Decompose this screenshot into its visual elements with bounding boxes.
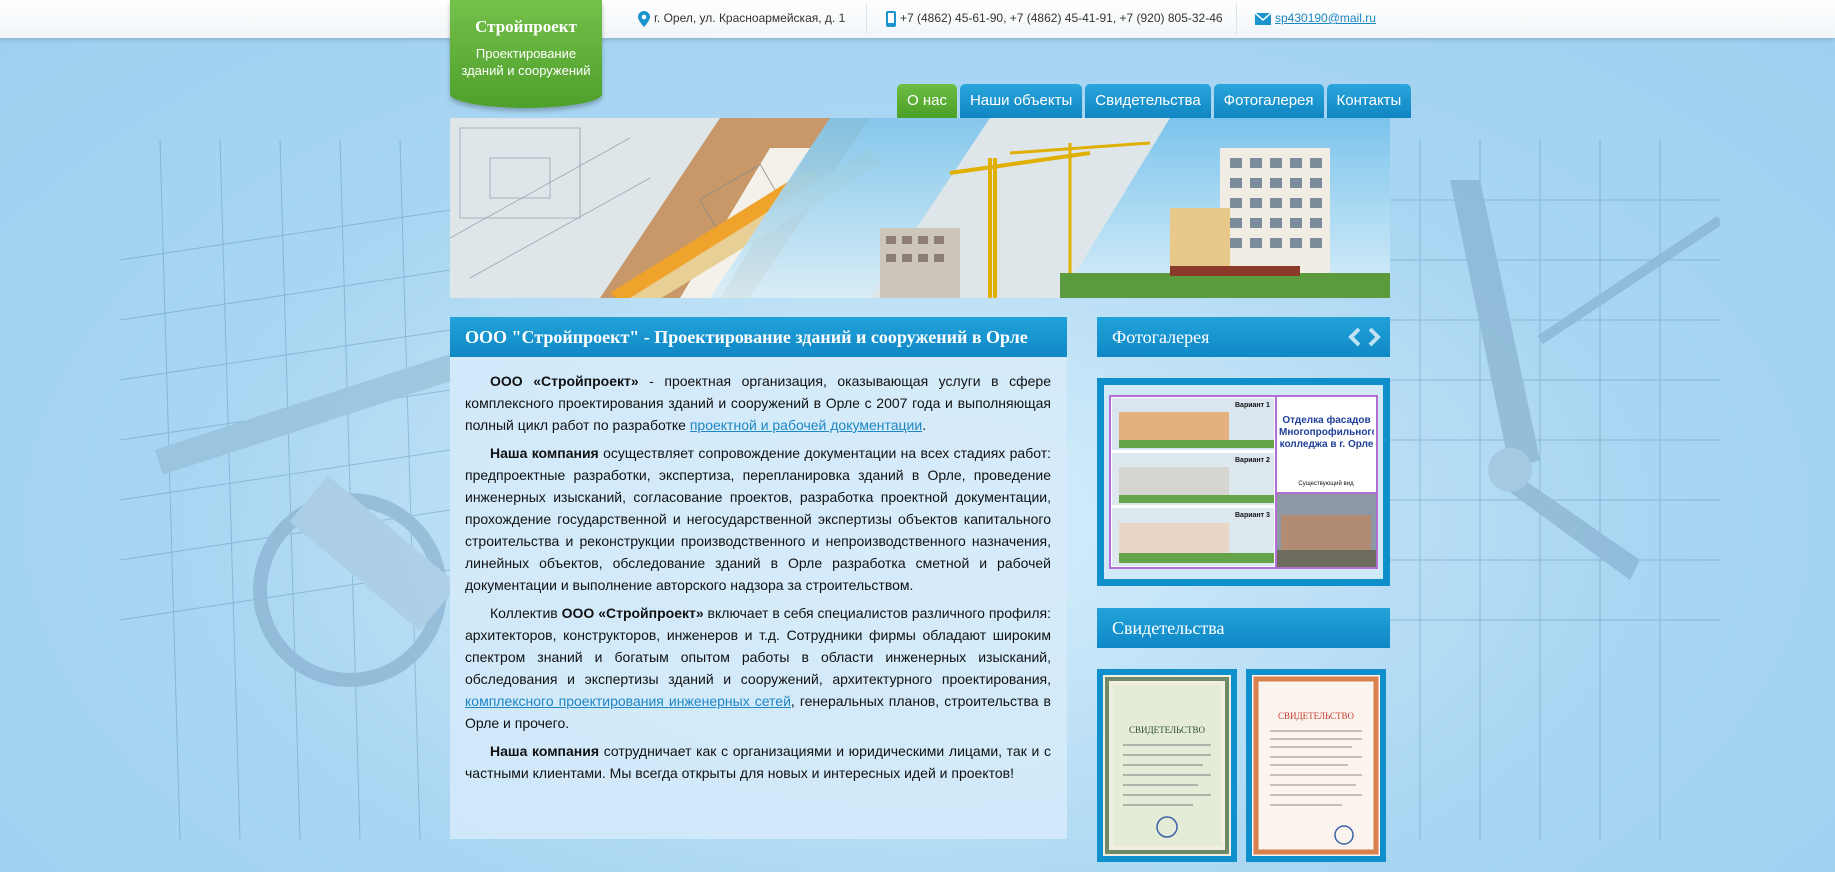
- paragraph-text: Коллектив: [490, 605, 562, 621]
- nav-item-about[interactable]: О нас: [897, 84, 957, 118]
- certificate-thumbnail-2[interactable]: СВИДЕТЕЛЬСТВО: [1246, 669, 1386, 862]
- location-pin-icon: [638, 11, 650, 27]
- paragraph-team: Коллектив ООО «Стройпроект» включает в с…: [465, 602, 1051, 734]
- site-logo[interactable]: Стройпроект Проектирование зданий и соор…: [450, 0, 602, 108]
- email-link[interactable]: sp430190@mail.ru: [1275, 11, 1376, 25]
- certificate-thumbnail-1[interactable]: СВИДЕТЕЛЬСТВО: [1097, 669, 1237, 862]
- certificates-title: Свидетельства: [1112, 618, 1225, 638]
- header-banner: [450, 118, 1390, 298]
- gallery-title: Фотогалерея: [1112, 327, 1210, 347]
- variant-label: Вариант 2: [1235, 457, 1270, 464]
- address-contact: г. Орел, ул. Красноармейская, д. 1: [638, 11, 845, 27]
- address-text: г. Орел, ул. Красноармейская, д. 1: [654, 11, 846, 26]
- nav-item-certificates[interactable]: Свидетельства: [1085, 84, 1211, 118]
- blueprint-decoration-right: [1390, 140, 1720, 840]
- paragraph-text: .: [922, 417, 927, 433]
- blueprint-decoration-left: [120, 140, 450, 840]
- engineering-networks-link[interactable]: комплексного проектирования инженерных с…: [465, 693, 791, 709]
- phone-contact: +7 (4862) 45-61-90, +7 (4862) 45-41-91, …: [886, 11, 1223, 27]
- gallery-heading: Фотогалерея: [1097, 317, 1390, 357]
- paragraph-clients: Наша компания сотрудничает как с организ…: [465, 740, 1051, 784]
- main-navigation: О нас Наши объекты Свидетельства Фотогал…: [897, 84, 1412, 118]
- variant-label: Вариант 3: [1235, 512, 1270, 519]
- gallery-caption: Отделка фасадов Многопрофильного колледж…: [1279, 415, 1374, 450]
- certificate-title: СВИДЕТЕЛЬСТВО: [1129, 725, 1206, 735]
- paragraph-text: осуществляет сопровождение документации …: [465, 445, 1051, 593]
- gallery-slider[interactable]: Вариант 1 Вариант 2 Вариант 3 Отделка фа…: [1097, 378, 1390, 586]
- design-docs-link[interactable]: проектной и рабочей документации: [690, 417, 922, 433]
- variant-label: Вариант 1: [1235, 402, 1270, 409]
- phone-icon: [886, 11, 896, 27]
- gallery-arrows: [1347, 327, 1382, 347]
- certificate-title: СВИДЕТЕЛЬСТВО: [1278, 711, 1355, 721]
- top-contact-bar: г. Орел, ул. Красноармейская, д. 1 +7 (4…: [0, 0, 1835, 38]
- paragraph-services: Наша компания осуществляет сопровождение…: [465, 442, 1051, 596]
- envelope-icon: [1255, 12, 1271, 25]
- page-title: ООО "Стройпроект" - Проектирование здани…: [450, 317, 1067, 357]
- banner-illustration: [450, 118, 1390, 298]
- gallery-slide: Вариант 1 Вариант 2 Вариант 3 Отделка фа…: [1104, 385, 1383, 579]
- divider: [1236, 4, 1237, 34]
- certificate-image: СВИДЕТЕЛЬСТВО: [1252, 675, 1380, 856]
- phones-text: +7 (4862) 45-61-90, +7 (4862) 45-41-91, …: [900, 11, 1223, 26]
- nav-item-contacts[interactable]: Контакты: [1326, 84, 1412, 118]
- gallery-image[interactable]: Вариант 1 Вариант 2 Вариант 3 Отделка фа…: [1109, 395, 1378, 569]
- nav-item-photogallery[interactable]: Фотогалерея: [1213, 84, 1324, 118]
- main-content: ООО "Стройпроект" - Проектирование здани…: [450, 317, 1067, 839]
- paragraph-intro: ООО «Стройпроект» - проектная организаци…: [465, 370, 1051, 436]
- company-name-bold: ООО «Стройпроект»: [561, 605, 704, 621]
- logo-subtitle: Проектирование зданий и сооружений: [461, 46, 591, 78]
- email-contact: sp430190@mail.ru: [1255, 11, 1376, 25]
- content-body: ООО «Стройпроект» - проектная организаци…: [450, 357, 1067, 784]
- company-name-bold: ООО «Стройпроект»: [490, 373, 639, 389]
- chevron-left-icon[interactable]: [1347, 327, 1363, 347]
- company-bold: Наша компания: [490, 743, 600, 759]
- company-bold: Наша компания: [490, 445, 599, 461]
- logo-title: Стройпроект: [475, 17, 577, 36]
- existing-view-label: Существующий вид: [1298, 480, 1354, 487]
- nav-item-objects[interactable]: Наши объекты: [959, 84, 1083, 118]
- certificates-heading: Свидетельства: [1097, 608, 1390, 648]
- divider: [866, 4, 867, 34]
- certificate-image: СВИДЕТЕЛЬСТВО: [1103, 675, 1231, 856]
- chevron-right-icon[interactable]: [1366, 327, 1382, 347]
